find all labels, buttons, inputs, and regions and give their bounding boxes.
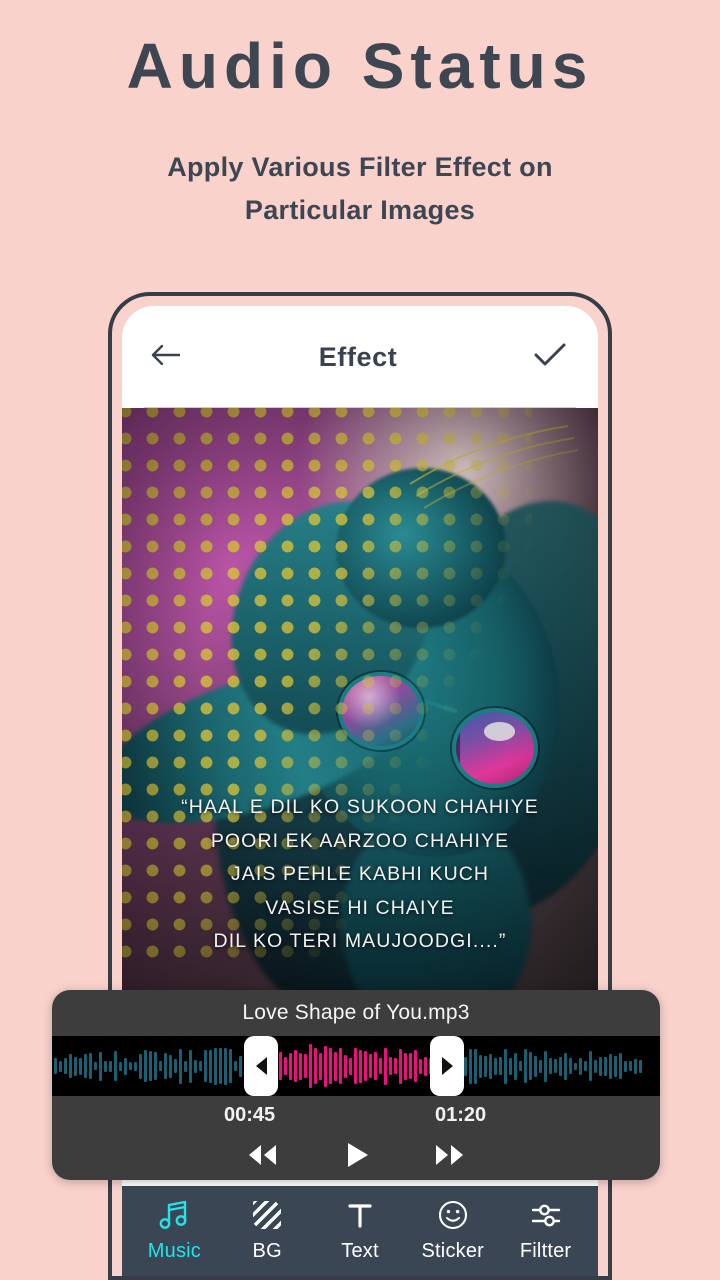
playback-controls: [52, 1134, 660, 1180]
lyrics-line: POORI EK AARZOO CHAHIYE: [210, 829, 510, 852]
tab-label: Text: [341, 1240, 379, 1262]
tab-sticker[interactable]: Sticker: [406, 1199, 499, 1263]
promo-page: Audio Status Apply Various Filter Effect…: [0, 0, 720, 1280]
waveform-track[interactable]: [52, 1036, 660, 1096]
play-icon: [340, 1139, 372, 1176]
app-bar-title: Effect: [318, 341, 398, 372]
rewind-icon: [242, 1141, 282, 1174]
sliders-icon: [529, 1199, 563, 1231]
bottom-tab-bar: Music BG Text Sticker Filtter: [122, 1186, 598, 1276]
fast-forward-icon: [430, 1141, 470, 1174]
track-title: Love Shape of You.mp3: [242, 1001, 470, 1024]
trim-handle-right[interactable]: [430, 1036, 464, 1096]
time-labels: 00:45 01:20: [52, 1096, 660, 1134]
text-t-icon: [344, 1199, 376, 1231]
trim-handle-left[interactable]: [244, 1036, 278, 1096]
tab-music[interactable]: Music: [128, 1199, 221, 1263]
rewind-button[interactable]: [242, 1141, 282, 1174]
tab-label: Sticker: [421, 1240, 485, 1262]
photo-canvas[interactable]: “HAAL E DIL KO SUKOON CHAHIYE POORI EK A…: [122, 408, 598, 1011]
tab-label: Music: [147, 1240, 202, 1262]
waveform-bars: [52, 1036, 660, 1096]
lyrics-line: VASISE HI CHAIYE: [265, 896, 455, 919]
lyrics-overlay[interactable]: “HAAL E DIL KO SUKOON CHAHIYE POORI EK A…: [122, 791, 598, 959]
check-icon: [533, 341, 567, 374]
tab-label: Filtter: [519, 1240, 572, 1262]
play-button[interactable]: [340, 1139, 372, 1176]
audio-player-panel: Love Shape of You.mp3 00:45 01:20: [52, 990, 660, 1180]
page-title: Audio Status: [126, 30, 594, 102]
hatch-square-icon: [251, 1199, 283, 1231]
end-time: 01:20: [435, 1104, 487, 1126]
app-bar: Effect: [122, 306, 598, 408]
arrow-left-icon: [150, 343, 182, 372]
tab-bg[interactable]: BG: [221, 1199, 314, 1263]
back-button[interactable]: [144, 335, 188, 379]
lyrics-line: “HAAL E DIL KO SUKOON CHAHIYE: [181, 796, 539, 818]
forward-button[interactable]: [430, 1141, 470, 1174]
tab-filter[interactable]: Filtter: [499, 1199, 592, 1263]
page-subtitle: Apply Various Filter Effect on Particula…: [167, 152, 553, 226]
lyrics-line: JAIS PEHLE KABHI KUCH: [230, 863, 490, 886]
lyrics-line: DIL KO TERI MAUJOODGI....”: [213, 930, 507, 953]
music-note-icon: [157, 1199, 191, 1231]
start-time: 00:45: [224, 1104, 276, 1126]
tab-text[interactable]: Text: [314, 1199, 407, 1263]
confirm-button[interactable]: [528, 335, 572, 379]
tab-label: BG: [252, 1240, 282, 1262]
smiley-icon: [437, 1199, 469, 1231]
